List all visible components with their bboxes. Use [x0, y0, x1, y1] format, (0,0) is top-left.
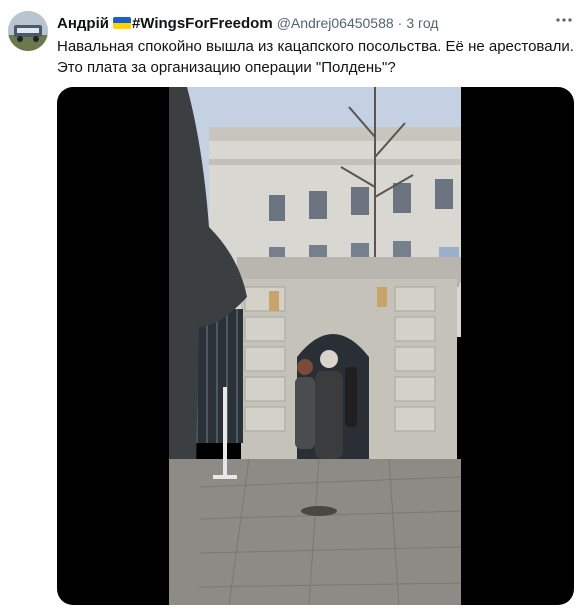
video-frame[interactable] [169, 87, 461, 605]
author-tag[interactable]: #WingsForFreedom [132, 15, 273, 32]
ukraine-flag-icon [112, 17, 131, 29]
tweet-header: Андрій #WingsForFreedom @Andrej06450588 … [57, 13, 438, 33]
tweet-text: Навальная спокойно вышла из кацапского п… [57, 36, 577, 78]
avatar-image [8, 11, 48, 51]
tweet-text-line: Это плата за организацию операции "Полде… [57, 59, 396, 76]
tweet-time[interactable]: 3 год [406, 15, 438, 31]
tweet[interactable]: Андрій #WingsForFreedom @Andrej06450588 … [0, 0, 588, 612]
tweet-text-line: Навальная спокойно вышла из кацапского п… [57, 38, 574, 55]
more-options-button[interactable] [554, 10, 574, 30]
tweet-video[interactable] [57, 87, 574, 605]
author-name[interactable]: Андрій [57, 15, 109, 32]
more-horizontal-icon [556, 18, 572, 22]
separator-dot: · [397, 15, 403, 31]
avatar[interactable] [8, 11, 48, 51]
embassy-scene-image [169, 87, 461, 605]
author-handle[interactable]: @Andrej06450588 [277, 15, 394, 31]
